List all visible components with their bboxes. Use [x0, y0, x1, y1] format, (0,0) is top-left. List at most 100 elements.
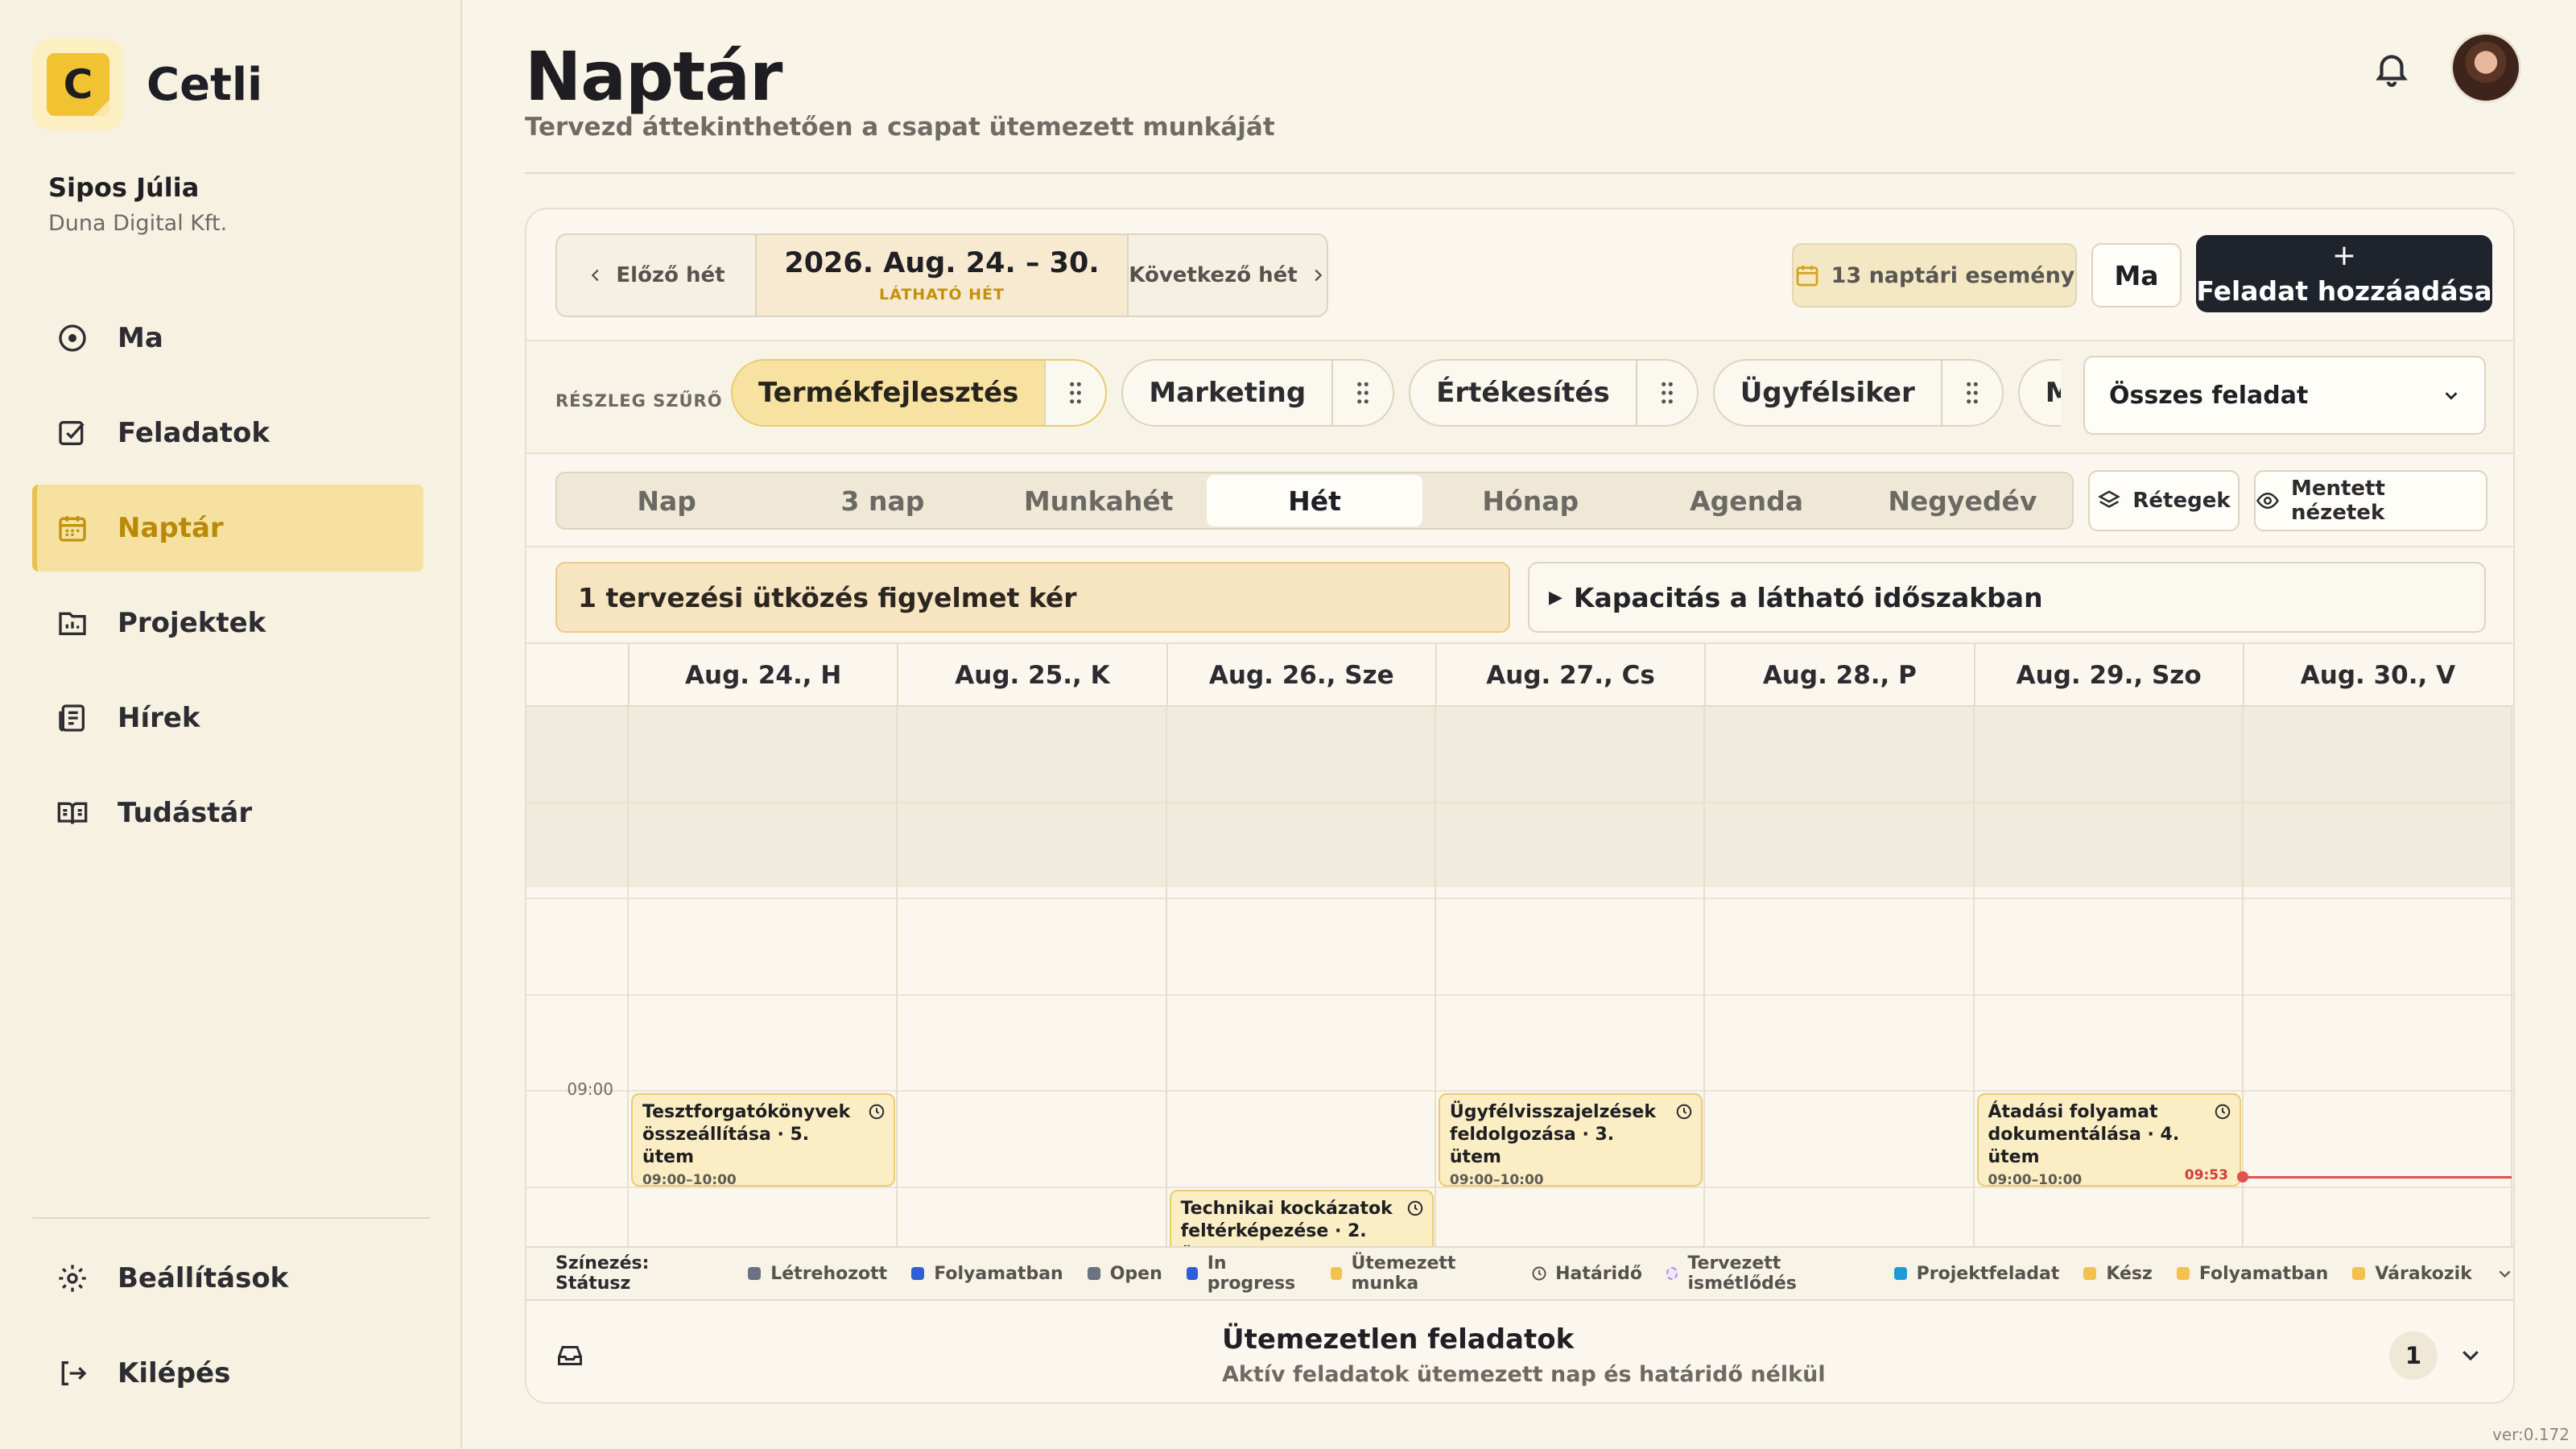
plus-icon: +	[2331, 238, 2357, 272]
calendar-event[interactable]: Tesztforgatókönyvek összeállítása · 5. ü…	[631, 1093, 896, 1187]
unscheduled-subtitle: Aktív feladatok ütemezett nap és határid…	[1222, 1362, 1826, 1387]
nav-item-label: Beállítások	[118, 1262, 289, 1294]
drag-handle-icon[interactable]	[1635, 361, 1697, 425]
nav-divider	[32, 1217, 430, 1219]
calendar-panel: Előző hét 2026. Aug. 24. – 30. LÁTHATÓ H…	[525, 208, 2515, 1404]
conflict-alert[interactable]: 1 tervezési ütközés figyelmet kér	[555, 562, 1510, 633]
inbox-icon	[555, 1341, 584, 1370]
nav-item-naptar[interactable]: Naptár	[32, 485, 423, 572]
unscheduled-tasks-panel[interactable]: Ütemezetlen feladatok Aktív feladatok üt…	[526, 1299, 2513, 1402]
day-column-line	[2511, 707, 2513, 1246]
drag-handle-icon[interactable]	[1331, 361, 1393, 425]
prev-week-label: Előző hét	[616, 263, 725, 287]
clock-icon	[53, 319, 92, 357]
layers-button[interactable]: Rétegek	[2088, 470, 2240, 531]
legend-dot	[1186, 1267, 1198, 1280]
events-count-chip[interactable]: 13 naptári esemény	[1792, 243, 2077, 308]
chip-label: Minden ele	[2020, 361, 2061, 425]
chevron-down-icon[interactable]	[2496, 1265, 2513, 1282]
view-tabs: Nap 3 nap Munkahét Hét Hónap Agenda Negy…	[555, 472, 2074, 530]
next-week-label: Következő hét	[1129, 263, 1298, 287]
nav-item-label: Projektek	[118, 607, 266, 639]
day-header[interactable]: Aug. 27., Cs	[1435, 644, 1704, 707]
legend-dot	[2352, 1267, 2366, 1280]
day-header[interactable]: Aug. 30., V	[2242, 644, 2512, 707]
tab-negyedev[interactable]: Negyedév	[1855, 475, 2070, 526]
drag-handle-icon[interactable]	[1940, 361, 2002, 425]
sidebar: C Cetli Sipos Júlia Duna Digital Kft. Ma…	[0, 0, 462, 1449]
chevron-right-icon	[1315, 269, 1322, 282]
week-navigator: Előző hét 2026. Aug. 24. – 30. LÁTHATÓ H…	[555, 233, 1328, 317]
calendar-header: Aug. 24., H Aug. 25., K Aug. 26., Sze Aug. …	[526, 644, 2513, 707]
nav-item-beallitasok[interactable]: Beállítások	[32, 1235, 423, 1322]
tab-nap[interactable]: Nap	[559, 475, 774, 526]
user-name: Sipos Júlia	[48, 172, 200, 203]
chevron-down-icon[interactable]	[2458, 1343, 2483, 1367]
nav-item-feladatok[interactable]: Feladatok	[32, 390, 423, 477]
day-header[interactable]: Aug. 26., Sze	[1166, 644, 1435, 707]
status-legend: Színezés: Státusz Létrehozott Folyamatban…	[526, 1246, 2513, 1299]
brand[interactable]: C Cetli	[32, 39, 262, 130]
day-column-line	[1434, 707, 1436, 1246]
chip-minden[interactable]: Minden ele	[2017, 359, 2061, 427]
calendar-event[interactable]: Ügyfélvisszajelzések feldolgozása · 3. ü…	[1438, 1093, 1703, 1187]
legend-label: In progress	[1207, 1253, 1296, 1294]
legend-label: Open	[1109, 1263, 1162, 1284]
unscheduled-title: Ütemezetlen feladatok	[1222, 1323, 1575, 1356]
tab-agenda[interactable]: Agenda	[1638, 475, 1854, 526]
legend-label: Várakozik	[2375, 1263, 2472, 1284]
drag-handle-icon[interactable]	[1044, 361, 1105, 425]
nav-item-label: Tudástár	[118, 797, 253, 829]
nav-item-kilepes[interactable]: Kilépés	[32, 1330, 423, 1417]
eye-icon	[2256, 493, 2279, 509]
add-task-label: Feladat hozzáadása	[2196, 275, 2492, 307]
nav-item-tudastar[interactable]: Tudástár	[32, 770, 423, 857]
chip-ertekesites[interactable]: Értékesítés	[1409, 359, 1699, 427]
nav-item-hirek[interactable]: Hírek	[32, 675, 423, 762]
tab-munkahet[interactable]: Munkahét	[991, 475, 1207, 526]
main-nav: Ma Feladatok Naptár Projektek Hírek Tudá…	[32, 295, 423, 865]
day-header[interactable]: Aug. 24., H	[628, 644, 897, 707]
chip-termekfejlesztes[interactable]: Termékfejlesztés	[731, 359, 1108, 427]
tab-het[interactable]: Hét	[1206, 475, 1423, 526]
clock-icon	[1406, 1199, 1424, 1217]
legend-dot	[2083, 1267, 2097, 1280]
task-filter-value: Összes feladat	[2109, 381, 2309, 410]
range-title: 2026. Aug. 24. – 30.	[784, 247, 1100, 279]
nav-item-label: Feladatok	[118, 417, 270, 449]
add-task-button[interactable]: + Feladat hozzáadása	[2196, 235, 2492, 312]
bell-icon[interactable]	[2372, 48, 2412, 89]
layers-label: Rétegek	[2132, 489, 2231, 513]
task-filter-select[interactable]: Összes feladat	[2083, 356, 2486, 435]
nav-item-ma[interactable]: Ma	[32, 295, 423, 382]
visible-range: 2026. Aug. 24. – 30. LÁTHATÓ HÉT	[757, 235, 1127, 316]
today-button[interactable]: Ma	[2091, 243, 2182, 308]
gear-icon	[53, 1259, 92, 1298]
legend-item: Folyamatban	[911, 1264, 1063, 1284]
prev-week-button[interactable]: Előző hét	[557, 235, 757, 316]
chip-ugyfelsiker[interactable]: Ügyfélsiker	[1712, 359, 2004, 427]
day-header[interactable]: Aug. 28., P	[1704, 644, 1973, 707]
legend-dot	[1087, 1267, 1100, 1280]
legend-item: Open	[1087, 1263, 1162, 1284]
chip-marketing[interactable]: Marketing	[1121, 359, 1395, 427]
avatar[interactable]	[2450, 32, 2521, 103]
tab-3-nap[interactable]: 3 nap	[774, 475, 990, 526]
capacity-toggle[interactable]: ▶ Kapacitás a látható időszakban	[1528, 562, 2486, 633]
event-title: Ügyfélvisszajelzések feldolgozása · 3. ü…	[1449, 1102, 1656, 1168]
hour-line	[526, 1187, 2513, 1188]
next-week-button[interactable]: Következő hét	[1127, 235, 1327, 316]
nav-item-projektek[interactable]: Projektek	[32, 580, 423, 667]
department-filter-row: RÉSZLEG SZŰRŐ Termékfejlesztés Marketing…	[526, 341, 2513, 454]
calendar-event[interactable]: Technikai kockázatok feltérképezése · 2.…	[1169, 1190, 1434, 1246]
calendar-icon	[53, 509, 92, 547]
tab-honap[interactable]: Hónap	[1422, 475, 1638, 526]
nav-item-label: Naptár	[118, 512, 224, 544]
day-column-line	[2241, 707, 2244, 1246]
calendar-body[interactable]: 09:0012:00Tesztforgatókönyvek összeállít…	[526, 707, 2513, 1246]
department-chips: Termékfejlesztés Marketing Értékesítés Ü…	[731, 359, 2061, 430]
saved-views-button[interactable]: Mentett nézetek	[2254, 470, 2487, 531]
day-header[interactable]: Aug. 25., K	[897, 644, 1166, 707]
day-header[interactable]: Aug. 29., Szo	[1973, 644, 2243, 707]
range-subtitle: LÁTHATÓ HÉT	[879, 286, 1005, 303]
